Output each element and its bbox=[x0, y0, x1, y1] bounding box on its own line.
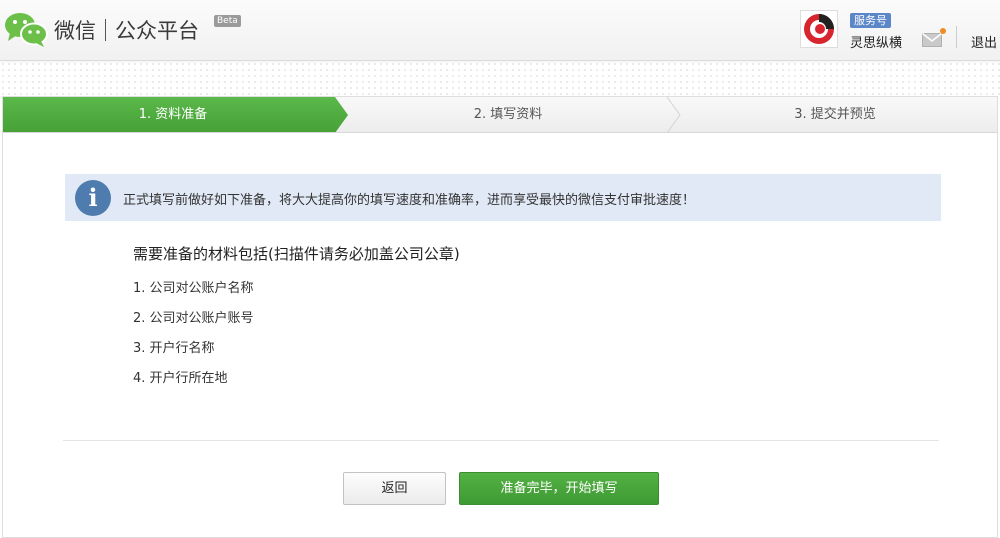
top-header: 微信 公众平台 Beta 服务号 灵思纵横 退出 bbox=[0, 0, 1000, 61]
step-1-label: 1. 资料准备 bbox=[138, 107, 208, 122]
step-progress: 1. 资料准备 2. 填写资料 3. 提交并预览 bbox=[3, 97, 997, 133]
back-button[interactable]: 返回 bbox=[343, 472, 446, 505]
logout-link[interactable]: 退出 bbox=[971, 32, 997, 51]
notice-text: 正式填写前做好如下准备，将大大提高你的填写速度和准确率，进而享受最快的微信支付审… bbox=[123, 193, 696, 208]
step-3-label: 3. 提交并预览 bbox=[794, 107, 876, 122]
title-separator bbox=[105, 19, 106, 41]
header-divider bbox=[956, 26, 957, 48]
beta-badge: Beta bbox=[214, 15, 241, 27]
content-divider bbox=[63, 440, 939, 441]
account-name[interactable]: 灵思纵横 bbox=[850, 32, 902, 51]
wechat-logo-icon[interactable] bbox=[4, 10, 48, 48]
info-notice: i 正式填写前做好如下准备，将大大提高你的填写速度和准确率，进而享受最快的微信支… bbox=[65, 174, 941, 221]
unread-dot bbox=[940, 28, 946, 34]
avatar-logo-icon bbox=[804, 14, 834, 44]
account-avatar[interactable] bbox=[800, 10, 838, 48]
info-icon: i bbox=[75, 180, 111, 216]
start-filling-button[interactable]: 准备完毕，开始填写 bbox=[459, 472, 659, 505]
main-panel: 1. 资料准备 2. 填写资料 3. 提交并预览 i 正式填写前做好如下准备，将… bbox=[2, 96, 998, 538]
brand-name: 微信 bbox=[54, 19, 96, 43]
mail-icon[interactable] bbox=[922, 33, 942, 47]
platform-title[interactable]: 微信 公众平台 bbox=[54, 15, 199, 45]
list-item: 4. 开户行所在地 bbox=[133, 371, 228, 386]
dotted-band bbox=[0, 61, 1000, 95]
requirements-heading: 需要准备的材料包括(扫描件请务必加盖公司公章) bbox=[133, 245, 460, 263]
list-item: 3. 开户行名称 bbox=[133, 341, 215, 356]
step-2-label: 2. 填写资料 bbox=[473, 107, 543, 122]
list-item: 1. 公司对公账户名称 bbox=[133, 281, 254, 296]
list-item: 2. 公司对公账户账号 bbox=[133, 311, 254, 326]
product-name: 公众平台 bbox=[115, 19, 199, 43]
requirements-list: 1. 公司对公账户名称 2. 公司对公账户账号 3. 开户行名称 4. 开户行所… bbox=[133, 281, 254, 401]
account-type-badge: 服务号 bbox=[850, 13, 891, 28]
